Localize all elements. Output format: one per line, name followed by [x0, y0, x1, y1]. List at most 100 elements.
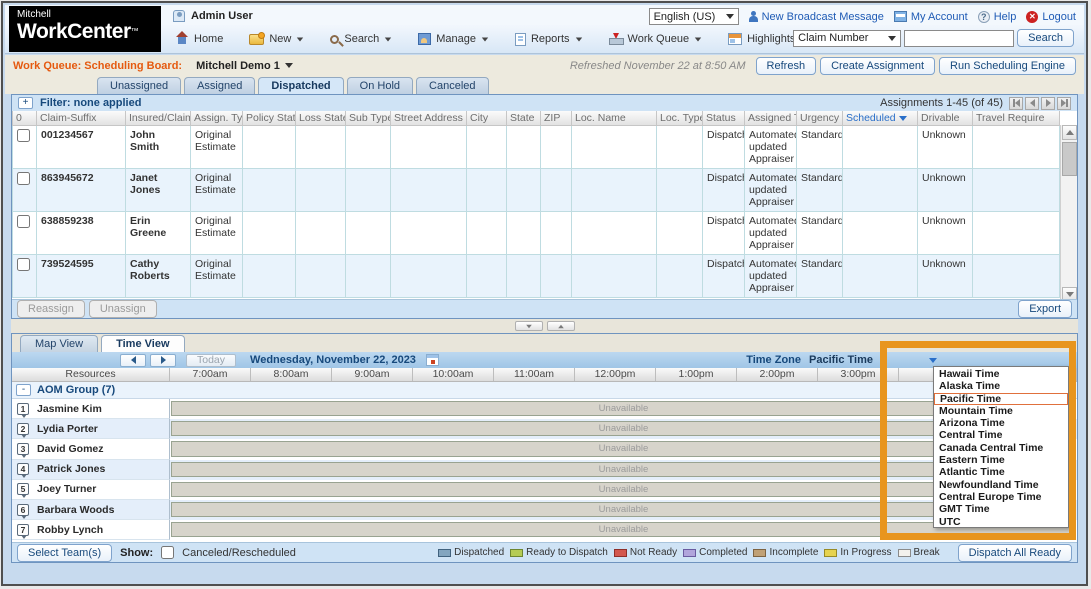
timezone-option[interactable]: Central Europe Time: [934, 491, 1068, 503]
group-collapse-button[interactable]: -: [16, 384, 31, 396]
resource-cell[interactable]: 3 David Gomez: [12, 439, 170, 459]
row-checkbox[interactable]: [17, 258, 30, 271]
timezone-option[interactable]: Canada Central Time: [934, 442, 1068, 454]
col-loc-type[interactable]: Loc. Type: [657, 111, 703, 126]
next-page-button[interactable]: [1041, 97, 1055, 110]
row-checkbox[interactable]: [17, 215, 30, 228]
scrollbar-thumb[interactable]: [1062, 142, 1077, 176]
map-pin-icon: 1: [17, 403, 29, 415]
col-state[interactable]: State: [507, 111, 541, 126]
filter-expand-button[interactable]: +: [18, 97, 33, 109]
first-page-button[interactable]: [1009, 97, 1023, 110]
nav-work-queue[interactable]: Work Queue: [609, 33, 703, 45]
queue-name-dropdown[interactable]: Mitchell Demo 1: [196, 60, 293, 72]
create-assignment-button[interactable]: Create Assignment: [820, 57, 935, 75]
claim-search-input[interactable]: [904, 30, 1014, 47]
col-status[interactable]: Status: [703, 111, 745, 126]
canceled-rescheduled-checkbox[interactable]: [161, 546, 174, 559]
resource-cell[interactable]: 7 Robby Lynch: [12, 520, 170, 540]
col-select[interactable]: 0: [13, 111, 37, 126]
run-scheduling-engine-button[interactable]: Run Scheduling Engine: [939, 57, 1076, 75]
tab-dispatched[interactable]: Dispatched: [258, 77, 343, 94]
last-page-button[interactable]: [1057, 97, 1071, 110]
legend-item: Completed: [683, 547, 747, 558]
nav-search[interactable]: Search: [330, 33, 392, 45]
new-broadcast-link[interactable]: New Broadcast Message: [749, 11, 884, 23]
select-teams-button[interactable]: Select Team(s): [17, 544, 112, 562]
next-day-button[interactable]: [150, 354, 176, 367]
col-loss-state[interactable]: Loss State: [296, 111, 346, 126]
timezone-option[interactable]: Arizona Time: [934, 417, 1068, 429]
nav-highlights[interactable]: Highlights: [728, 33, 795, 45]
col-sub-type[interactable]: Sub Type: [346, 111, 391, 126]
col-assign-type[interactable]: Assign. Type: [191, 111, 243, 126]
col-assigned-to[interactable]: Assigned To: [745, 111, 797, 126]
export-button[interactable]: Export: [1018, 300, 1072, 318]
tab-unassigned[interactable]: Unassigned: [97, 77, 181, 94]
col-claim-suffix[interactable]: Claim-Suffix: [37, 111, 126, 126]
resource-cell[interactable]: 5 Joey Turner: [12, 480, 170, 500]
col-urgency[interactable]: Urgency: [797, 111, 843, 126]
nav-reports[interactable]: Reports: [515, 33, 583, 46]
resource-cell[interactable]: 4 Patrick Jones: [12, 460, 170, 480]
col-loc-name[interactable]: Loc. Name: [572, 111, 657, 126]
resource-cell[interactable]: 2 Lydia Porter: [12, 419, 170, 439]
refresh-button[interactable]: Refresh: [756, 57, 817, 75]
prev-day-button[interactable]: [120, 354, 146, 367]
row-checkbox[interactable]: [17, 172, 30, 185]
resource-cell[interactable]: 1 Jasmine Kim: [12, 399, 170, 419]
timezone-option[interactable]: Atlantic Time: [934, 466, 1068, 478]
row-checkbox[interactable]: [17, 129, 30, 142]
scroll-up-icon[interactable]: [1062, 125, 1077, 140]
col-travel-require[interactable]: Travel Require: [973, 111, 1060, 126]
unassign-button[interactable]: Unassign: [89, 300, 157, 318]
reports-icon: [515, 33, 526, 46]
timezone-option[interactable]: UTC: [934, 516, 1068, 528]
timezone-option[interactable]: Newfoundland Time: [934, 479, 1068, 491]
table-scrollbar[interactable]: [1060, 125, 1077, 302]
search-button[interactable]: Search: [1017, 29, 1074, 47]
collapse-up-icon[interactable]: [547, 321, 575, 331]
language-select[interactable]: English (US): [649, 8, 739, 25]
table-row[interactable]: 001234567 John Smith Original Estimate D…: [13, 126, 1060, 169]
col-zip[interactable]: ZIP: [541, 111, 572, 126]
cell-drivable: Unknown: [918, 126, 973, 169]
tab-time-view[interactable]: Time View: [101, 335, 184, 352]
dispatch-all-ready-button[interactable]: Dispatch All Ready: [958, 544, 1072, 562]
my-account-link[interactable]: My Account: [894, 11, 968, 23]
timezone-select[interactable]: Pacific Time: [809, 354, 937, 366]
nav-new[interactable]: New: [249, 33, 304, 45]
collapse-down-icon[interactable]: [515, 321, 543, 331]
nav-manage[interactable]: Manage: [418, 33, 489, 45]
tab-on-hold[interactable]: On Hold: [347, 77, 413, 94]
reassign-button[interactable]: Reassign: [17, 300, 85, 318]
col-drivable[interactable]: Drivable: [918, 111, 973, 126]
timezone-option[interactable]: Central Time: [934, 429, 1068, 441]
timezone-option[interactable]: GMT Time: [934, 503, 1068, 515]
tab-assigned[interactable]: Assigned: [184, 77, 255, 94]
timezone-option[interactable]: Eastern Time: [934, 454, 1068, 466]
help-link[interactable]: Help: [978, 11, 1017, 23]
prev-page-button[interactable]: [1025, 97, 1039, 110]
today-button[interactable]: Today: [186, 354, 236, 367]
timezone-option[interactable]: Alaska Time: [934, 380, 1068, 392]
logout-link[interactable]: Logout: [1026, 11, 1076, 23]
table-row[interactable]: 863945672 Janet Jones Original Estimate …: [13, 169, 1060, 212]
tab-map-view[interactable]: Map View: [20, 335, 98, 352]
table-row[interactable]: 739524595 Cathy Roberts Original Estimat…: [13, 255, 1060, 298]
col-city[interactable]: City: [467, 111, 507, 126]
resource-cell[interactable]: 6 Barbara Woods: [12, 500, 170, 520]
panel-splitter[interactable]: [11, 319, 1078, 333]
col-insured-claims[interactable]: Insured/Claims: [126, 111, 191, 126]
nav-home[interactable]: Home: [175, 33, 223, 45]
tab-canceled[interactable]: Canceled: [416, 77, 488, 94]
calendar-icon[interactable]: [426, 354, 439, 366]
timezone-option[interactable]: Mountain Time: [934, 405, 1068, 417]
search-category-select[interactable]: Claim Number: [793, 30, 901, 47]
timezone-option-selected[interactable]: Pacific Time: [934, 393, 1068, 405]
col-street-address[interactable]: Street Address: [391, 111, 467, 126]
col-scheduled[interactable]: Scheduled: [843, 111, 918, 126]
table-row[interactable]: 638859238 Erin Greene Original Estimate …: [13, 212, 1060, 255]
col-policy-state[interactable]: Policy State: [243, 111, 296, 126]
timezone-option[interactable]: Hawaii Time: [934, 368, 1068, 380]
